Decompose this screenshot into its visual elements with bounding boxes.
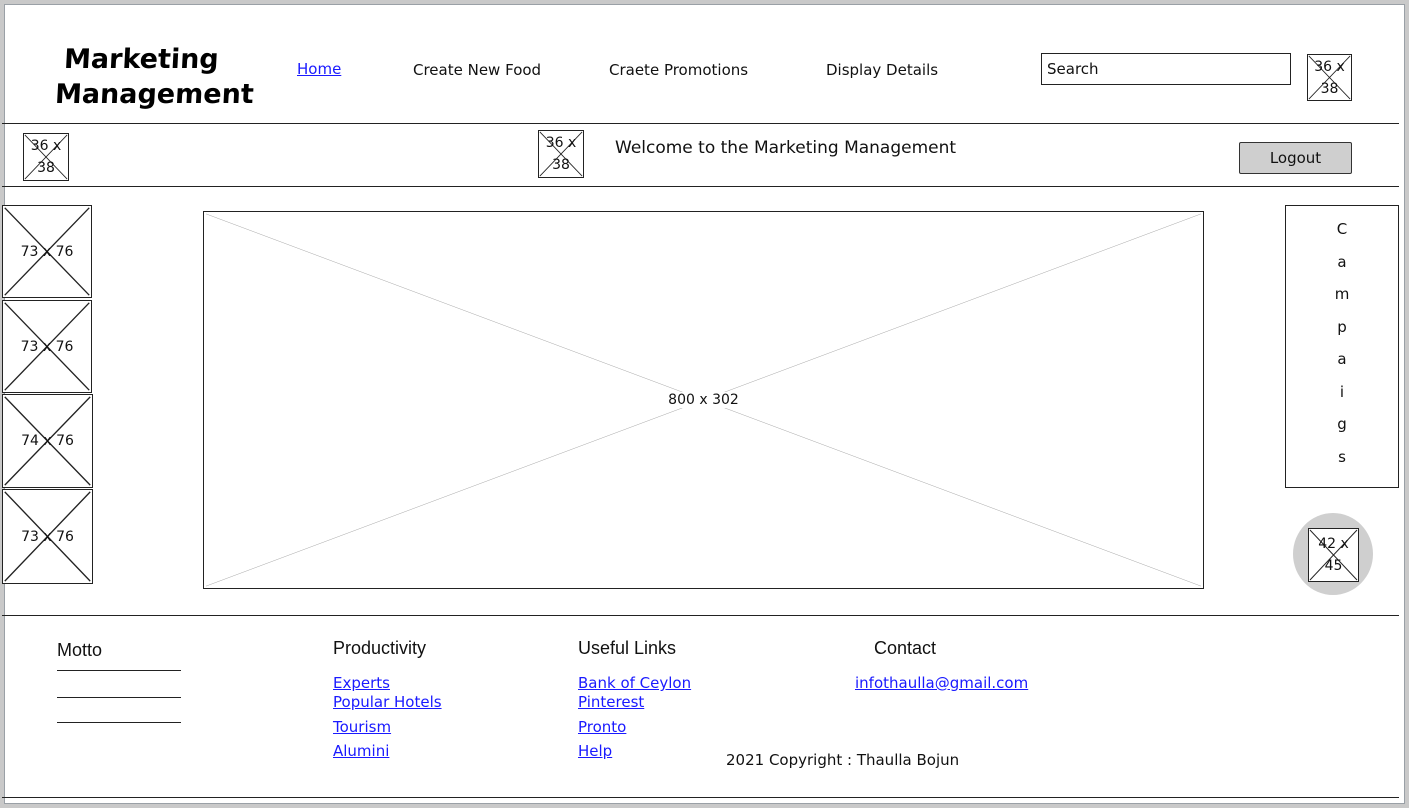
footer-link-bank-of-ceylon[interactable]: Bank of Ceylon xyxy=(578,674,691,692)
footer-productivity-title: Productivity xyxy=(333,638,427,658)
nav-create-food[interactable]: Create New Food xyxy=(413,61,541,79)
footer xyxy=(2,615,1399,798)
nav-display-details[interactable]: Display Details xyxy=(826,61,938,79)
campaign-letter: i xyxy=(1339,382,1345,401)
footer-useful-links-title: Useful Links xyxy=(578,638,677,658)
campaign-letter: m xyxy=(1334,285,1350,303)
footer-link-tourism[interactable]: Tourism xyxy=(333,718,391,736)
nav-create-promotions[interactable]: Craete Promotions xyxy=(609,61,748,79)
hero-label: 800 x 302 xyxy=(666,392,741,408)
thumbnail-label: 73 x 76 xyxy=(20,338,74,355)
side-thumbnail[interactable]: 74 x 76 xyxy=(2,394,93,488)
campaigns-panel[interactable]: C a m p a i g s xyxy=(1285,205,1399,488)
footer-motto-title: Motto xyxy=(57,640,103,660)
side-thumbnail[interactable]: 73 x 76 xyxy=(2,205,92,298)
thumbnail-label: 74 x 76 xyxy=(21,433,74,449)
welcome-message: Welcome to the Marketing Management xyxy=(615,138,957,158)
motto-line xyxy=(57,697,181,698)
copyright-text: 2021 Copyright : Thaulla Bojun xyxy=(726,751,960,769)
footer-link-pronto[interactable]: Pronto xyxy=(578,718,626,736)
nav-home-link[interactable]: Home xyxy=(297,60,341,78)
campaign-letter: C xyxy=(1336,220,1348,238)
motto-line xyxy=(57,722,181,723)
campaign-letter: p xyxy=(1337,317,1347,336)
campaign-letter: s xyxy=(1338,447,1346,466)
thumbnail-label: 73 x 76 xyxy=(20,243,74,260)
campaign-letter: g xyxy=(1337,415,1347,433)
footer-contact-title: Contact xyxy=(874,638,937,658)
motto-line xyxy=(57,670,181,671)
placeholder-label: 42 x 45 xyxy=(1318,536,1349,574)
round-image-placeholder[interactable]: 42 x 45 xyxy=(1308,528,1359,582)
brand-line-1: Marketing xyxy=(63,44,220,75)
welcome-center-image: 36 x 38 xyxy=(538,130,584,178)
logout-button[interactable]: Logout xyxy=(1239,142,1352,174)
welcome-left-image: 36 x 38 xyxy=(23,133,69,181)
placeholder-label: 36 x 38 xyxy=(1314,58,1345,97)
campaign-letter: a xyxy=(1337,350,1347,368)
side-thumbnail[interactable]: 73 x 76 xyxy=(2,300,92,393)
thumbnail-label: 73 x 76 xyxy=(21,528,74,545)
placeholder-label: 36 x 38 xyxy=(30,138,62,176)
search-input[interactable] xyxy=(1041,53,1291,85)
brand-line-2: Management xyxy=(54,79,255,110)
footer-link-alumini[interactable]: Alumini xyxy=(333,742,389,760)
footer-link-help[interactable]: Help xyxy=(578,742,612,760)
hero-image-placeholder: 800 x 302 xyxy=(203,211,1204,589)
header-image-placeholder[interactable]: 36 x 38 xyxy=(1307,54,1352,101)
footer-link-pinterest[interactable]: Pinterest xyxy=(578,693,644,711)
side-thumbnail[interactable]: 73 x 76 xyxy=(2,489,93,584)
footer-link-popular-hotels[interactable]: Popular Hotels xyxy=(333,693,442,711)
campaign-letter: a xyxy=(1337,252,1347,271)
placeholder-label: 36 x 38 xyxy=(545,135,577,173)
footer-link-experts[interactable]: Experts xyxy=(333,674,390,692)
footer-contact-email[interactable]: infothaulla@gmail.com xyxy=(855,674,1028,692)
